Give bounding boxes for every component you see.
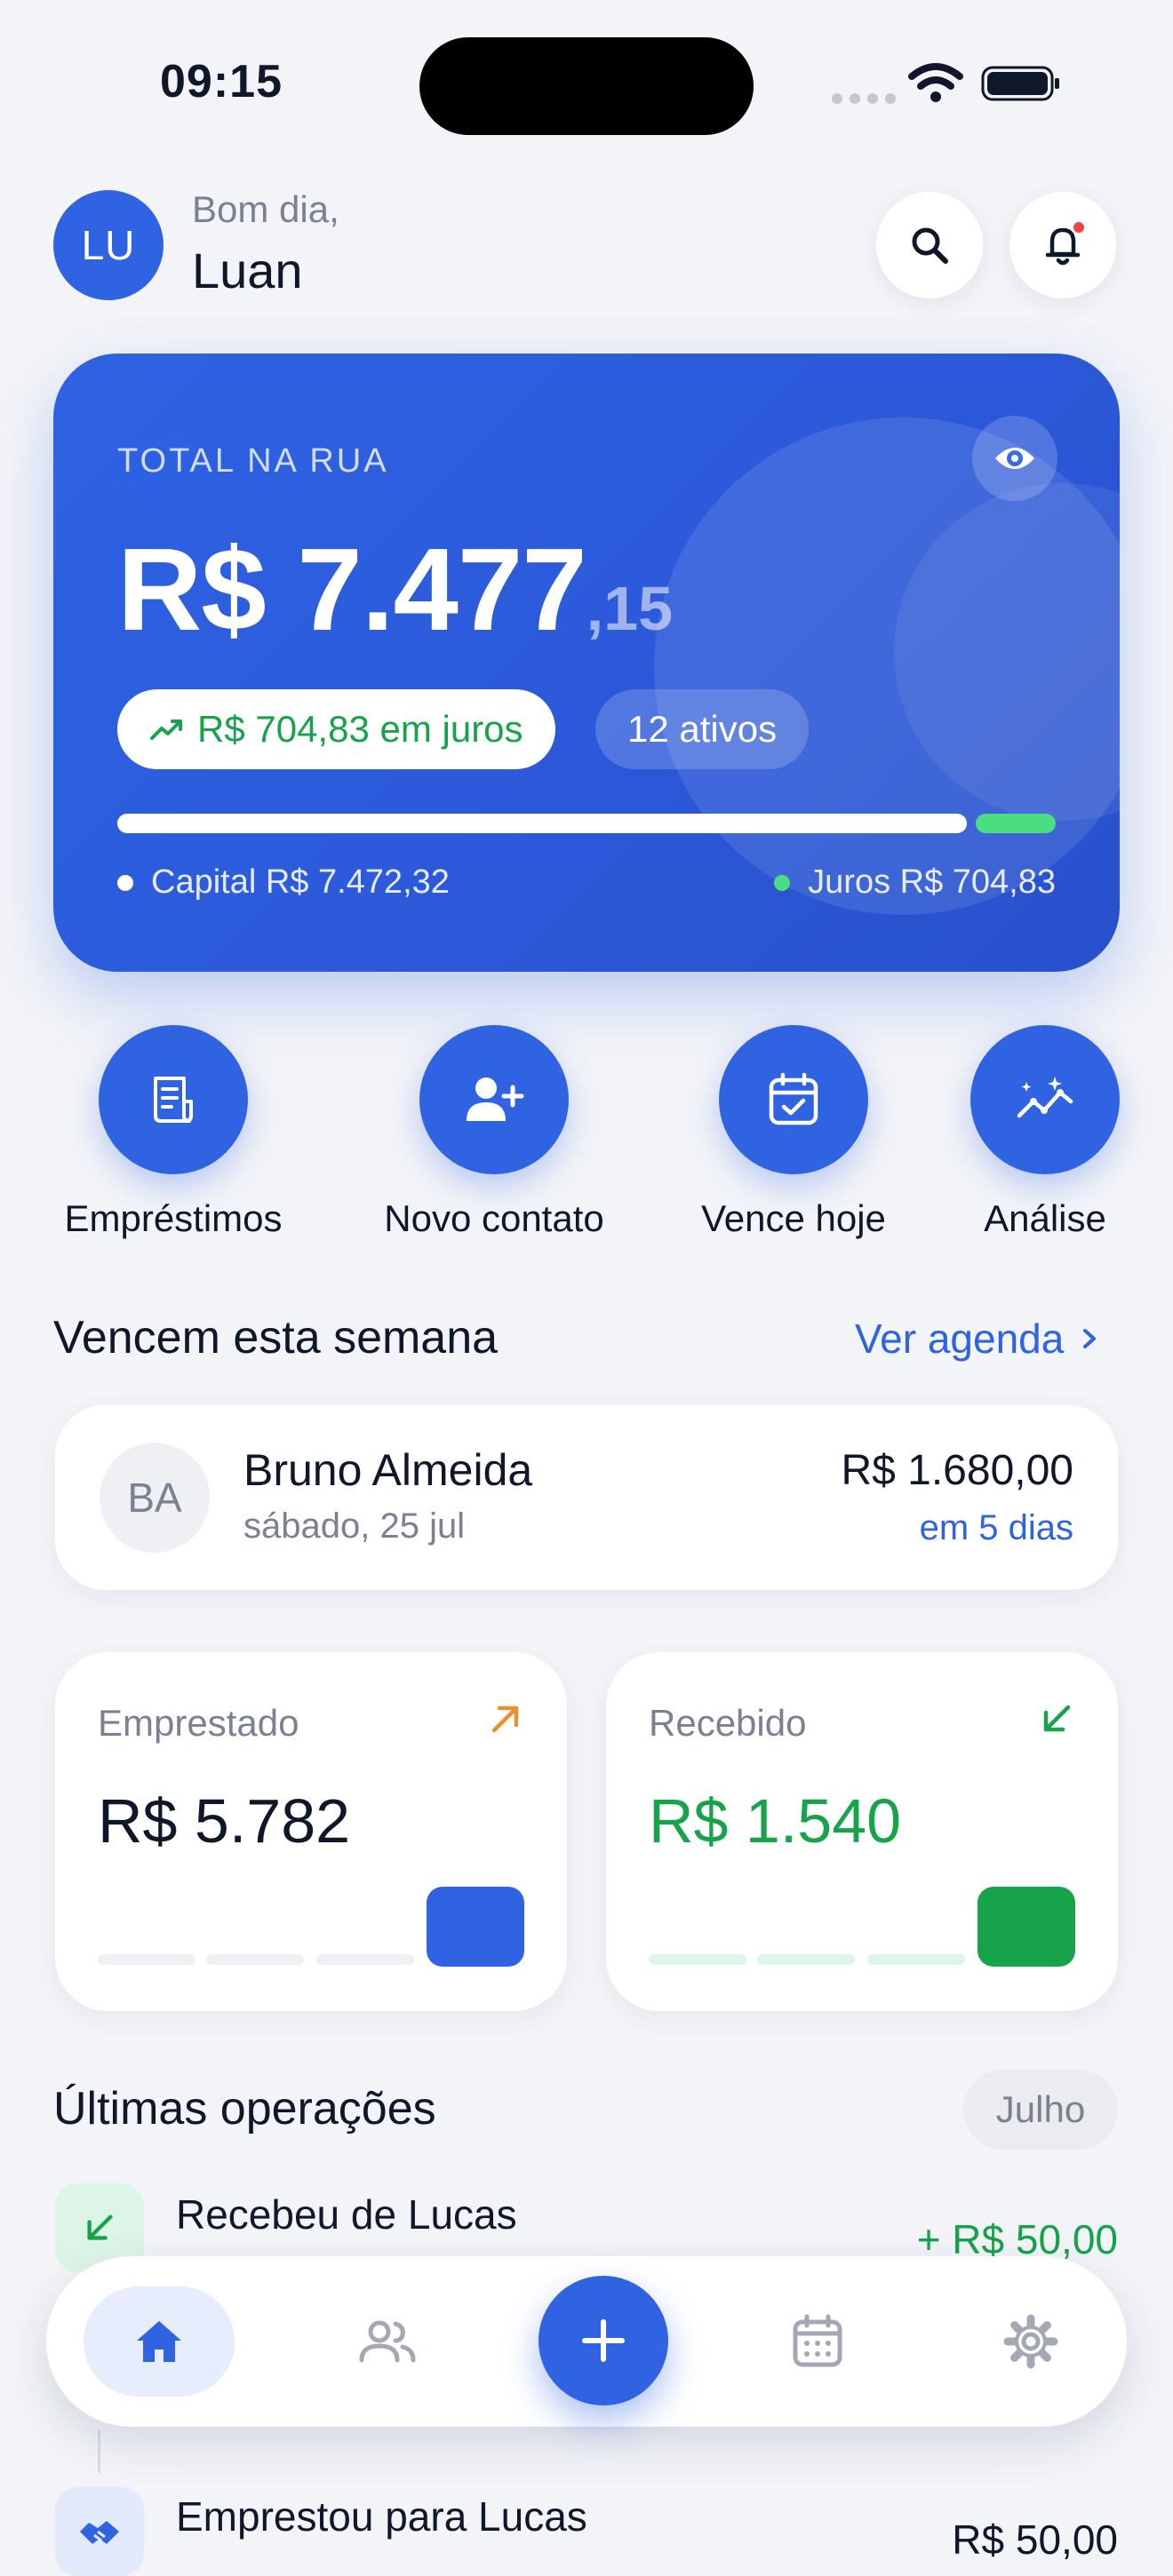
capital-progress-bar	[117, 814, 967, 833]
plus-icon	[582, 2319, 625, 2362]
lent-mini-bar-current	[427, 1887, 524, 1967]
interest-dot	[774, 874, 791, 891]
due-date: sábado, 25 jul	[243, 1507, 466, 1546]
capital-legend-text: Capital R$ 7.472,32	[151, 863, 450, 901]
add-button[interactable]	[539, 2276, 668, 2405]
received-stat-card[interactable]: Recebido R$ 1.540	[606, 1652, 1118, 2011]
calendar-icon	[793, 2314, 842, 2367]
view-agenda-link[interactable]: Ver agenda	[855, 1315, 1105, 1363]
due-countdown: em 5 dias	[919, 1508, 1073, 1547]
capital-legend: Capital R$ 7.472,32	[117, 863, 450, 902]
calendar-check-icon	[769, 1072, 818, 1125]
view-agenda-label: Ver agenda	[855, 1316, 1065, 1362]
cellular-signal-icon	[832, 92, 903, 108]
received-label: Recebido	[649, 1702, 807, 1744]
eye-icon	[995, 448, 1034, 469]
interest-pill-text: R$ 704,83 em juros	[197, 708, 523, 750]
avatar[interactable]: LU	[53, 190, 164, 300]
user-name: Luan	[192, 242, 303, 298]
due-week-title: Vencem esta semana	[53, 1312, 499, 1364]
arrow-down-left-icon	[1043, 1705, 1071, 1732]
toggle-visibility-button[interactable]	[972, 416, 1057, 501]
lent-mini-bar	[316, 1954, 414, 1965]
nav-home-tab[interactable]	[84, 2286, 235, 2397]
lent-mini-bar	[98, 1954, 196, 1965]
contact-avatar: BA	[100, 1443, 210, 1553]
nav-contacts-tab[interactable]	[352, 2306, 423, 2377]
user-plus-icon	[467, 1077, 524, 1121]
analytics-icon	[1017, 1077, 1073, 1118]
due-amount: R$ 1.680,00	[841, 1447, 1073, 1494]
chevron-right-icon	[1083, 1329, 1097, 1348]
battery-icon	[981, 66, 1059, 101]
interest-progress-bar	[976, 814, 1056, 833]
dynamic-island	[419, 37, 754, 135]
operation-title: Emprestou para Lucas	[176, 2493, 587, 2540]
arrow-up-right-icon	[491, 1705, 519, 1733]
receipt-icon	[154, 1077, 193, 1123]
month-filter[interactable]: Julho	[963, 2070, 1118, 2150]
balance-amount: R$ 7.477,15	[117, 522, 673, 656]
received-mini-bar-current	[978, 1887, 1075, 1967]
users-icon	[359, 2320, 416, 2363]
received-mini-bar	[757, 1954, 855, 1965]
received-mini-bar	[649, 1954, 746, 1965]
received-mini-bar	[867, 1954, 965, 1965]
new-contact-action-label: Novo contato	[384, 1197, 604, 1239]
analytics-action-label: Análise	[984, 1197, 1106, 1239]
nav-settings-tab[interactable]	[995, 2306, 1066, 2377]
received-value: R$ 1.540	[649, 1786, 902, 1856]
operations-title: Últimas operações	[53, 2083, 436, 2135]
lent-mini-bar	[206, 1954, 304, 1965]
operation-amount: R$ 50,00	[952, 2516, 1118, 2563]
analytics-action-button[interactable]	[970, 1025, 1120, 1174]
status-time: 09:15	[160, 56, 283, 107]
lent-value: R$ 5.782	[98, 1786, 351, 1856]
loans-action-label: Empréstimos	[64, 1197, 283, 1239]
arrow-down-left-icon	[87, 2214, 113, 2240]
lent-stat-card[interactable]: Emprestado R$ 5.782	[55, 1652, 567, 2011]
operation-icon-lent	[55, 2487, 144, 2576]
interest-legend: Juros R$ 704,83	[774, 863, 1056, 902]
search-button[interactable]	[876, 192, 983, 298]
lent-label: Emprestado	[98, 1702, 299, 1744]
loans-action-button[interactable]	[99, 1025, 248, 1174]
notification-badge	[1073, 222, 1084, 233]
search-icon	[912, 227, 948, 264]
wifi-icon	[908, 63, 963, 102]
notifications-button[interactable]	[1009, 192, 1116, 298]
gear-icon	[1003, 2314, 1058, 2369]
nav-calendar-tab[interactable]	[782, 2306, 853, 2377]
due-today-action-label: Vence hoje	[701, 1197, 886, 1239]
handshake-icon	[80, 2521, 119, 2544]
balance-label: TOTAL NA RUA	[117, 442, 389, 480]
new-contact-action-button[interactable]	[419, 1025, 569, 1174]
due-item-card[interactable]: BA Bruno Almeida sábado, 25 jul R$ 1.680…	[55, 1405, 1118, 1590]
due-today-action-button[interactable]	[719, 1025, 868, 1174]
balance-integer: R$ 7.477	[117, 524, 587, 655]
interest-pill: R$ 704,83 em juros	[117, 689, 555, 769]
timeline-line	[98, 2430, 100, 2473]
interest-legend-text: Juros R$ 704,83	[808, 863, 1056, 901]
operation-title: Recebeu de Lucas	[176, 2191, 517, 2238]
active-count-pill: 12 ativos	[595, 689, 810, 769]
total-balance-card: TOTAL NA RUA R$ 7.477,15 R$ 704,83 em ju…	[53, 354, 1120, 972]
home-icon	[137, 2321, 181, 2362]
due-contact-name: Bruno Almeida	[243, 1445, 533, 1495]
balance-cents: ,15	[586, 574, 674, 643]
greeting-text: Bom dia,	[192, 188, 339, 230]
trending-up-icon	[150, 720, 182, 740]
capital-dot	[117, 874, 133, 891]
bottom-navigation	[46, 2256, 1127, 2427]
